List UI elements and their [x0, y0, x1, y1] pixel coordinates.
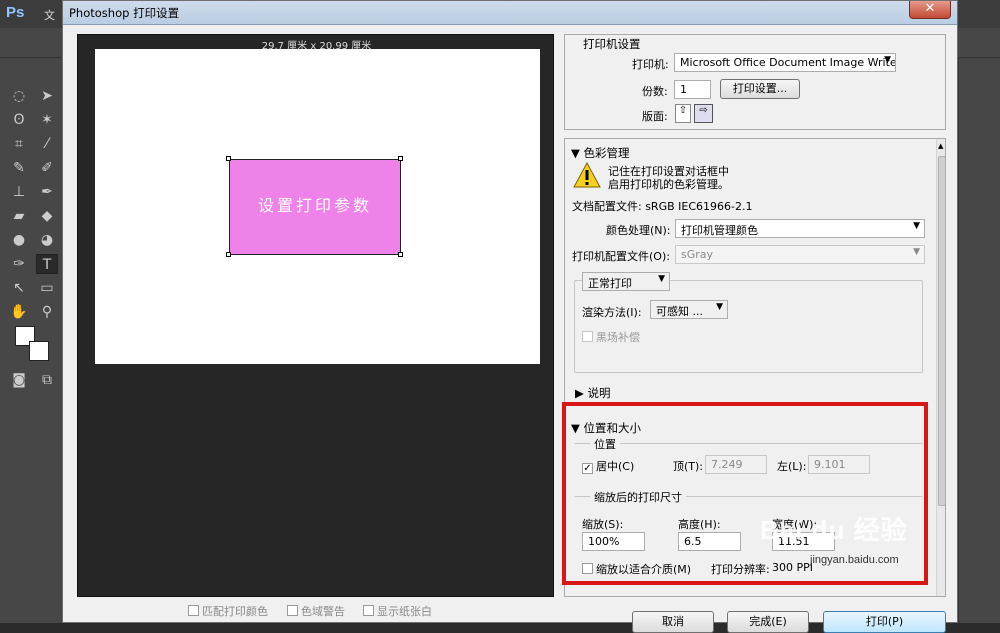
shape-tool-icon[interactable]: ▭: [36, 278, 58, 298]
zoom-tool-icon[interactable]: ⚲: [36, 302, 58, 322]
printer-setup-heading: 打印机设置: [583, 37, 641, 51]
copies-input[interactable]: 1: [674, 80, 711, 99]
printer-setup-group: 打印机设置 打印机: Microsoft Office Document Ima…: [564, 34, 946, 130]
rendering-intent-select[interactable]: 可感知 ... ▼: [650, 300, 728, 319]
blur-tool-icon[interactable]: ●: [8, 230, 30, 250]
lasso-tool-icon[interactable]: ʘ: [8, 110, 30, 130]
chevron-down-icon: ▼: [716, 302, 723, 312]
background-color-swatch[interactable]: [29, 341, 49, 361]
dodge-tool-icon[interactable]: ◕: [36, 230, 58, 250]
cancel-button[interactable]: 取消: [632, 611, 714, 633]
description-section[interactable]: ▶ 说明: [575, 385, 611, 401]
document-profile: 文档配置文件: sRGB IEC61966-2.1: [572, 200, 753, 213]
black-point-checkbox[interactable]: [582, 331, 593, 342]
paper-white-option[interactable]: 显示纸张白: [363, 603, 432, 619]
baidu-logo: Bai du 经验: [760, 515, 908, 545]
warning-line-2: 启用打印机的色彩管理。: [608, 178, 729, 191]
scrollbar-thumb[interactable]: [938, 156, 945, 506]
print-mode-value: 正常打印: [588, 277, 632, 290]
printer-value: Microsoft Office Document Image Writer: [680, 56, 896, 69]
triangle-down-icon: ▼: [571, 146, 580, 160]
chevron-down-icon: ▼: [913, 221, 920, 231]
printer-profile-value: sGray: [681, 248, 714, 261]
printer-select[interactable]: Microsoft Office Document Image Writer ▼: [674, 53, 896, 72]
pen-tool-icon[interactable]: ✑: [8, 254, 30, 274]
tools-panel: ◌ ➤ ʘ ✶ ⌗ ⁄ ✎ ✐ ⊥ ✒ ▰ ◆ ● ◕ ✑ T ↖ ▭ ✋ ⚲ …: [0, 58, 64, 623]
chevron-down-icon: ▼: [913, 247, 920, 257]
dialog-titlebar: Photoshop 打印设置 ✕: [63, 1, 957, 25]
quick-mask-icon[interactable]: ◙: [8, 370, 30, 390]
color-handling-label: 颜色处理(N):: [606, 224, 671, 237]
warning-icon: [573, 161, 601, 188]
black-point-label: 黑场补偿: [596, 331, 640, 344]
paper-white-checkbox[interactable]: [363, 605, 374, 616]
chevron-down-icon: ▼: [884, 55, 891, 65]
black-point-option[interactable]: 黑场补偿: [582, 329, 640, 345]
move-tool-icon[interactable]: ➤: [36, 86, 58, 106]
resize-handle[interactable]: [398, 252, 403, 257]
resize-handle[interactable]: [226, 156, 231, 161]
crop-tool-icon[interactable]: ⌗: [8, 134, 30, 154]
copies-label: 份数:: [642, 85, 668, 98]
match-colors-label: 匹配打印颜色: [202, 605, 268, 618]
chevron-down-icon: ▼: [658, 274, 665, 284]
landscape-layout-icon[interactable]: ⇨: [694, 104, 713, 123]
print-mode-group: [574, 280, 923, 373]
screen-mode-icon[interactable]: ⧉: [36, 370, 58, 390]
settings-scrollbar[interactable]: ▲: [936, 139, 945, 596]
print-mode-select[interactable]: 正常打印 ▼: [582, 272, 670, 291]
eraser-tool-icon[interactable]: ▰: [8, 206, 30, 226]
dialog-title: Photoshop 打印设置: [69, 6, 180, 20]
print-preview: 29.7 厘米 x 20.99 厘米 设置打印参数: [77, 34, 554, 597]
printer-label: 打印机:: [632, 58, 669, 71]
color-management-section[interactable]: ▼ 色彩管理: [571, 145, 630, 161]
paper-white-label: 显示纸张白: [377, 605, 432, 618]
portrait-layout-icon[interactable]: ⇧: [675, 104, 691, 123]
layout-label: 版面:: [642, 110, 668, 123]
healing-brush-icon[interactable]: ✎: [8, 158, 30, 178]
printer-profile-label: 打印机配置文件(O):: [572, 250, 670, 263]
baidu-url: jingyan.baidu.com: [810, 554, 899, 566]
color-handling-value: 打印机管理颜色: [681, 224, 758, 237]
paper-preview: 设置打印参数: [95, 49, 540, 364]
done-button[interactable]: 完成(E): [727, 611, 809, 633]
description-heading: 说明: [587, 386, 611, 400]
marquee-tool-icon[interactable]: ◌: [8, 86, 30, 106]
photoshop-logo: Ps: [6, 4, 25, 21]
match-colors-checkbox[interactable]: [188, 605, 199, 616]
resize-handle[interactable]: [226, 252, 231, 257]
hand-tool-icon[interactable]: ✋: [8, 302, 30, 322]
rendering-intent-ellipsis: ...: [692, 305, 704, 318]
image-preview[interactable]: 设置打印参数: [229, 159, 401, 255]
color-handling-select[interactable]: 打印机管理颜色 ▼: [675, 219, 925, 238]
rendering-intent-value: 可感知: [656, 305, 689, 318]
eyedropper-icon[interactable]: ⁄: [36, 134, 58, 154]
menu-file[interactable]: 文: [44, 7, 55, 23]
path-select-icon[interactable]: ↖: [8, 278, 30, 298]
resize-handle[interactable]: [398, 156, 403, 161]
scroll-up-icon[interactable]: ▲: [938, 142, 943, 150]
match-colors-option[interactable]: 匹配打印颜色: [188, 603, 268, 619]
type-tool-icon[interactable]: T: [36, 254, 58, 274]
panels-dock: [958, 58, 1000, 623]
rendering-intent-label: 渲染方法(I):: [582, 306, 642, 319]
print-setup-button[interactable]: 打印设置...: [720, 79, 800, 99]
close-button[interactable]: ✕: [909, 1, 951, 19]
print-button[interactable]: 打印(P): [823, 611, 946, 633]
printer-profile-select[interactable]: sGray ▼: [675, 245, 925, 264]
triangle-right-icon: ▶: [575, 386, 584, 400]
gamut-warning-label: 色域警告: [301, 605, 345, 618]
history-brush-icon[interactable]: ✒: [36, 182, 58, 202]
magic-wand-icon[interactable]: ✶: [36, 110, 58, 130]
gamut-warning-checkbox[interactable]: [287, 605, 298, 616]
brush-tool-icon[interactable]: ✐: [36, 158, 58, 178]
stamp-tool-icon[interactable]: ⊥: [8, 182, 30, 202]
color-management-heading: 色彩管理: [583, 146, 630, 160]
gamut-warning-option[interactable]: 色域警告: [287, 603, 345, 619]
bucket-tool-icon[interactable]: ◆: [36, 206, 58, 226]
